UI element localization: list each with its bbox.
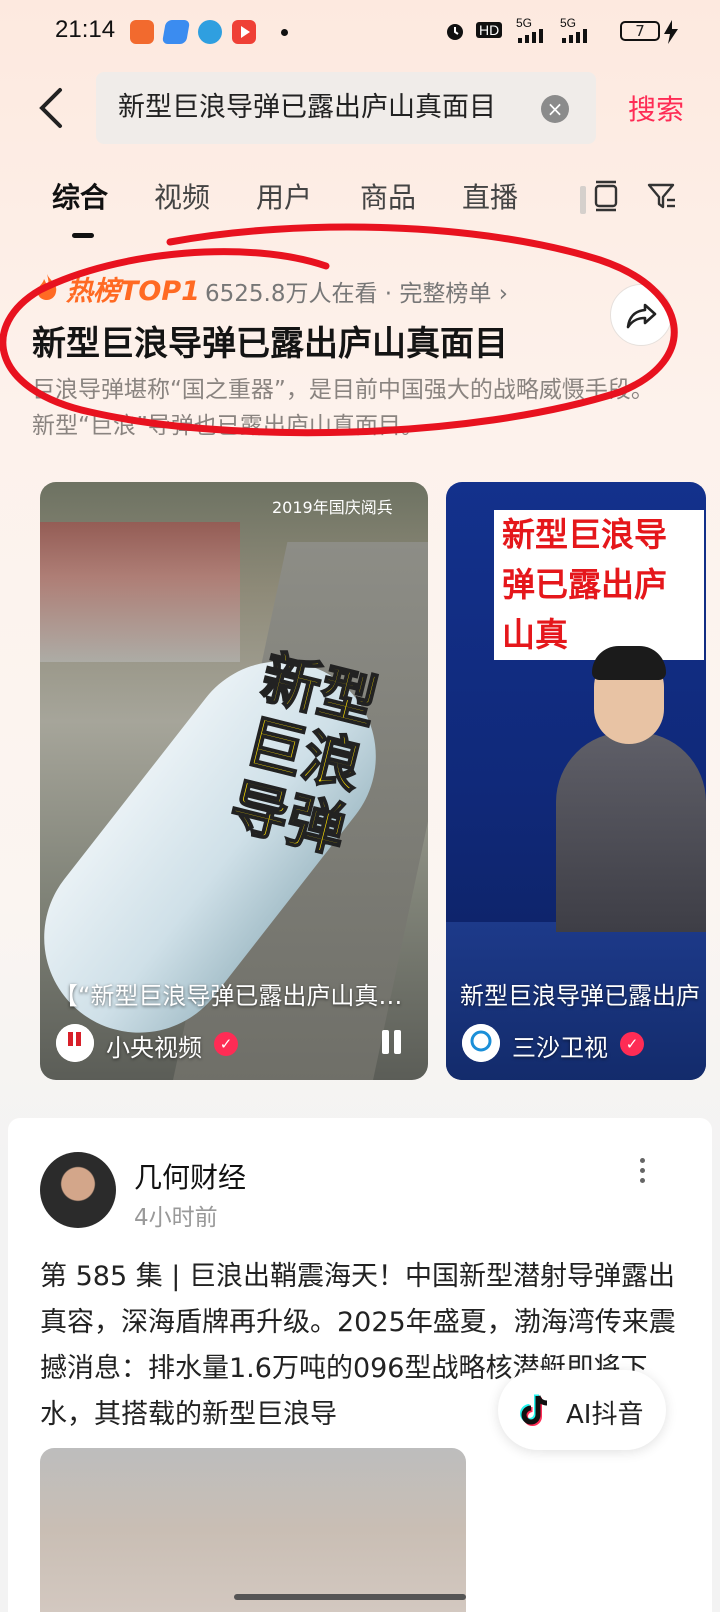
post-image[interactable]: [40, 1448, 466, 1612]
channel-avatar[interactable]: [462, 1024, 500, 1062]
search-box[interactable]: 新型巨浪导弹已露出庐山真面目 ×: [96, 72, 596, 144]
status-bar: 21:14 HD 5G 5G 7: [0, 0, 720, 64]
hd-indicator: HD: [476, 22, 503, 38]
share-button[interactable]: [610, 284, 672, 346]
tab-users[interactable]: 用户: [256, 176, 312, 216]
video-app-icon: [232, 20, 256, 44]
video-thumbnail-crowd: [40, 522, 240, 662]
signal-icon: [518, 28, 546, 43]
tab-video[interactable]: 视频: [154, 176, 210, 216]
signal-icon: [562, 28, 590, 43]
pause-icon[interactable]: [380, 1030, 404, 1056]
tab-overflow-hint: [580, 186, 586, 214]
filter-icon[interactable]: [646, 180, 678, 212]
video-overlay-text: 新型巨浪导弹已露出庐山真: [494, 510, 704, 660]
video-overlay-year: 2019年国庆阅兵: [272, 498, 393, 517]
ai-douyin-button[interactable]: AI抖音: [498, 1370, 666, 1450]
charging-icon: [664, 20, 678, 44]
battery-indicator: 7: [620, 21, 660, 41]
more-notifications-dot: [281, 29, 288, 36]
ai-button-label: AI抖音: [566, 1400, 644, 1430]
clear-search-button[interactable]: ×: [541, 95, 569, 123]
active-tab-indicator: [72, 233, 94, 238]
video-thumbnail-anchor-hair: [592, 646, 666, 680]
douyin-logo-icon: [520, 1394, 548, 1426]
video-thumbnail-anchor: [556, 732, 706, 932]
close-icon: ×: [546, 97, 564, 121]
search-input[interactable]: 新型巨浪导弹已露出庐山真面目: [118, 90, 536, 126]
author-avatar[interactable]: [40, 1152, 116, 1228]
alarm-icon: [444, 20, 466, 42]
more-options-icon[interactable]: [640, 1158, 646, 1186]
hot-topic-title[interactable]: 新型巨浪导弹已露出庐山真面目: [32, 316, 508, 365]
post-timestamp: 4小时前: [134, 1205, 218, 1231]
hot-viewers-meta[interactable]: 6525.8万人在看 · 完整榜单 ›: [205, 274, 508, 308]
layout-toggle-icon[interactable]: [590, 180, 622, 212]
video-caption: 新型巨浪导弹已露出庐: [460, 982, 700, 1010]
app-notification-icon: [161, 20, 191, 44]
video-caption: 【“新型巨浪导弹已露出庐山真…: [54, 982, 403, 1010]
chevron-left-icon: [39, 88, 62, 128]
back-button[interactable]: [36, 86, 76, 130]
hot-topic-description: 巨浪导弹堪称“国之重器”，是目前中国强大的战略威慑手段。新型“巨浪”导弹也已露出…: [32, 377, 654, 439]
channel-avatar[interactable]: [56, 1024, 94, 1062]
post-author-name[interactable]: 几何财经: [134, 1156, 246, 1196]
tab-general[interactable]: 综合: [52, 176, 108, 216]
tab-products[interactable]: 商品: [360, 176, 416, 216]
app-notification-icon: [130, 20, 154, 44]
hot-rank-badge: 热榜TOP1: [66, 276, 200, 307]
search-button[interactable]: 搜索: [628, 88, 684, 128]
channel-name[interactable]: 三沙卫视: [512, 1028, 608, 1063]
home-indicator[interactable]: [234, 1594, 466, 1600]
video-card-2[interactable]: 新型巨浪导弹已露出庐山真 新型巨浪导弹已露出庐 三沙卫视 ✓: [446, 482, 706, 1080]
channel-name[interactable]: 小央视频: [106, 1028, 202, 1063]
verified-badge-icon: ✓: [214, 1032, 238, 1056]
flame-icon: [34, 273, 60, 301]
post-card[interactable]: 几何财经 4小时前 第 585 集 | 巨浪出鞘震海天！中国新型潜射导弹露出真容…: [8, 1118, 712, 1612]
app-notification-icon: [198, 20, 222, 44]
tab-live[interactable]: 直播: [462, 176, 518, 216]
status-time: 21:14: [55, 16, 116, 43]
video-card-1[interactable]: 2019年国庆阅兵 新型巨浪导弹 【“新型巨浪导弹已露出庐山真… 小央视频 ✓: [40, 482, 428, 1080]
share-icon: [626, 303, 657, 329]
hot-topic-card[interactable]: 热榜TOP1 6525.8万人在看 · 完整榜单 › 新型巨浪导弹已露出庐山真面…: [0, 255, 720, 455]
verified-badge-icon: ✓: [620, 1032, 644, 1056]
